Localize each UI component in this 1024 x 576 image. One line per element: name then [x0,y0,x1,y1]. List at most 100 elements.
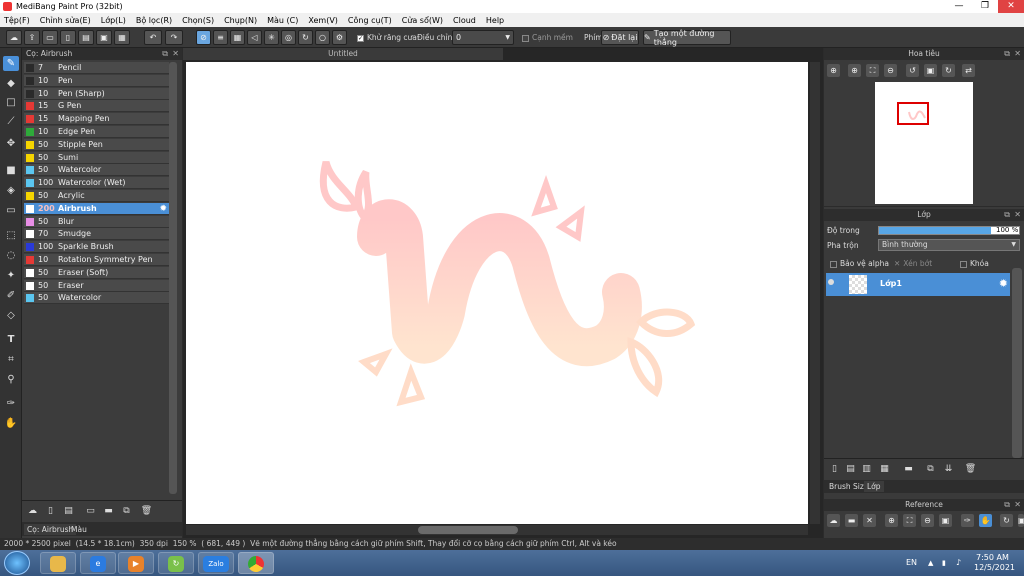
comment-icon[interactable]: ▭ [42,30,58,45]
brush-menu-icon[interactable]: ▤ [62,505,75,518]
popout-icon[interactable]: ⧉ [1004,500,1010,510]
eyedropper-tool-icon[interactable]: ⚲ [3,372,19,387]
horizontal-scroll-thumb[interactable] [418,526,518,534]
brush-list-scrollbar[interactable] [169,62,177,494]
fit-window-icon[interactable]: ▣ [1018,514,1024,527]
circle-snap-icon[interactable]: ◎ [281,30,296,45]
new-layer-icon[interactable]: ▯ [828,463,841,476]
open-image-icon[interactable]: ▬ [845,514,858,527]
menu-view[interactable]: Xem(V) [308,16,338,25]
clock-time[interactable]: 7:50 AM [976,553,1009,562]
undo-icon[interactable]: ↶ [144,30,162,45]
network-icon[interactable]: ▮ [942,559,946,567]
brush-item[interactable]: 100 Watercolor (Wet) [24,177,169,190]
pipette-tool-icon[interactable]: ✑ [3,396,19,411]
gradient-tool-icon[interactable]: ▭ [3,203,19,218]
brush-item[interactable]: 15 Mapping Pen [24,113,169,126]
popout-icon[interactable]: ⧉ [162,49,168,59]
line-tool-icon[interactable]: ⟋ [3,114,19,129]
hand-tool-icon[interactable]: ✋ [3,416,19,431]
shape-tool-icon[interactable]: □ [3,95,19,110]
vanishing-snap-icon[interactable]: ◁ [247,30,262,45]
menu-edit[interactable]: Chỉnh sửa(E) [40,16,91,25]
brush-item[interactable]: 50 Stipple Pen [24,138,169,151]
reset-button[interactable]: ⊘ Đặt lại [601,30,639,45]
select-pen-tool-icon[interactable]: ✐ [3,288,19,303]
tray-arrow-icon[interactable]: ▲ [928,559,933,567]
fill-rect-tool-icon[interactable]: ■ [3,163,19,178]
brush-item[interactable]: 50 Blur [24,215,169,228]
settings-snap-icon[interactable]: ⚙ [332,30,347,45]
copy-brush-icon[interactable]: ▭ [84,505,97,518]
menu-color[interactable]: Màu (C) [267,16,298,25]
cross-snap-icon[interactable]: ▦ [230,30,245,45]
trash-icon[interactable]: 🗑 [964,463,977,476]
blend-mode-select[interactable]: Bình thường ▼ [878,239,1020,251]
hand-icon[interactable]: ✋ [979,514,992,527]
tab-color[interactable]: Màu [68,524,90,535]
layer-menu-icon[interactable]: ▦ [878,463,891,476]
layer-visibility-icon[interactable] [828,279,834,285]
open-file-icon[interactable]: ▤ [78,30,94,45]
minimize-button[interactable]: — [946,0,972,13]
move-tool-icon[interactable]: ✥ [3,136,19,151]
parallel-snap-icon[interactable]: ≡ [213,30,228,45]
clipping-checkbox[interactable]: ✕ Xén bớt [894,259,932,268]
fit-window-icon[interactable]: ▣ [924,64,937,77]
antialias-checkbox[interactable]: ✓ Khử răng cưa [357,33,417,42]
taskbar-app[interactable]: ↻ [158,552,194,574]
brush-item[interactable]: 10 Pen [24,74,169,87]
close-icon[interactable]: ✕ [1014,500,1021,509]
brush-item[interactable]: 50 Watercolor [24,292,169,305]
curve-snap-icon[interactable]: ↻ [298,30,313,45]
brush-item[interactable]: 200 Airbrush ✹ [24,202,169,215]
rotate-icon[interactable]: ↻ [1000,514,1013,527]
zoom-in-icon[interactable]: ⊕ [885,514,898,527]
taskbar-ie[interactable]: e [80,552,116,574]
taskbar-zalo[interactable]: Zalo [198,552,234,574]
straight-line-button[interactable]: ✎ Tạo một đường thẳng [643,29,731,47]
tab-layer[interactable]: Lớp [864,481,884,492]
brush-item[interactable]: 15 G Pen [24,100,169,113]
clock-date[interactable]: 12/5/2021 [974,563,1015,572]
zoom-out-icon[interactable]: ⊖ [884,64,897,77]
navigator-preview[interactable] [875,82,973,204]
brush-item[interactable]: 50 Eraser [24,279,169,292]
duplicate-layer-icon[interactable]: ⧉ [924,463,937,476]
save-icon[interactable]: ▣ [96,30,112,45]
select-eraser-tool-icon[interactable]: ◇ [3,308,19,323]
close-image-icon[interactable]: ✕ [863,514,876,527]
menu-tools[interactable]: Công cụ(T) [348,16,392,25]
navigator-viewport-rect[interactable] [897,102,929,125]
folder-icon[interactable]: ▬ [902,463,915,476]
zoom-reset-icon[interactable]: ▣ [939,514,952,527]
zoom-in-icon[interactable]: ⊕ [848,64,861,77]
zoom-in-icon[interactable]: ⊕ [827,64,840,77]
menu-filter[interactable]: Bộ lọc(R) [136,16,172,25]
brush-settings-icon[interactable]: ✹ [159,203,167,215]
magic-wand-tool-icon[interactable]: ✦ [3,268,19,283]
language-indicator[interactable]: EN [906,558,917,567]
merge-layer-icon[interactable]: ⇊ [942,463,955,476]
menu-select[interactable]: Chọn(S) [182,16,214,25]
flip-icon[interactable]: ⇄ [962,64,975,77]
grid-icon[interactable]: ▦ [114,30,130,45]
upload-icon[interactable]: ⇪ [24,30,40,45]
text-tool-icon[interactable]: T [3,332,19,347]
layer-list-scrollbar[interactable] [1012,268,1022,458]
brush-item[interactable]: 50 Watercolor [24,164,169,177]
brush-item[interactable]: 10 Edge Pen [24,126,169,138]
brush-item[interactable]: 50 Eraser (Soft) [24,266,169,279]
menu-file[interactable]: Tệp(F) [4,16,30,25]
bucket-tool-icon[interactable]: ◈ [3,183,19,198]
menu-help[interactable]: Help [486,16,504,25]
drawing-canvas[interactable] [186,62,808,524]
new-8bit-layer-icon[interactable]: ▥ [860,463,873,476]
close-icon[interactable]: ✕ [1014,210,1021,219]
document-tab[interactable]: Untitled [183,48,503,60]
trash-icon[interactable]: 🗑 [140,505,153,518]
taskbar-explorer[interactable] [40,552,76,574]
zoom-out-icon[interactable]: ⊖ [921,514,934,527]
lock-checkbox[interactable]: Khóa [960,259,989,268]
correction-select[interactable]: 0 ▼ [452,30,514,45]
